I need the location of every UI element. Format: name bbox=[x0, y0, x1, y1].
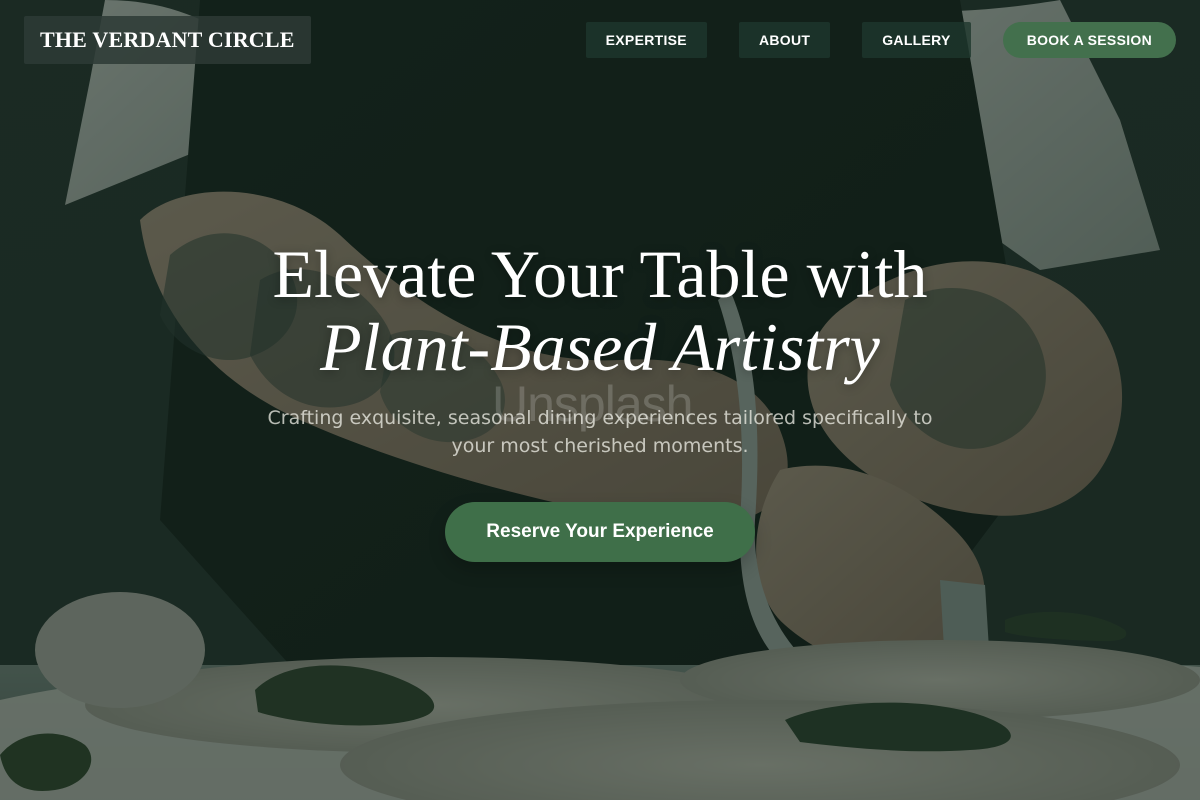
brand-logo[interactable]: THE VERDANT CIRCLE bbox=[24, 16, 311, 64]
nav-about-link[interactable]: ABOUT bbox=[738, 22, 831, 58]
nav-expertise-link[interactable]: EXPERTISE bbox=[585, 22, 707, 58]
hero-subtitle: Crafting exquisite, seasonal dining expe… bbox=[267, 407, 933, 457]
hero-title-line-2: Plant-Based Artistry bbox=[320, 309, 880, 386]
nav-links: EXPERTISE ABOUT GALLERY BOOK A SESSION bbox=[554, 22, 1176, 58]
hero-title-line-1: Elevate Your Table with bbox=[272, 236, 928, 312]
reserve-experience-button[interactable]: Reserve Your Experience bbox=[445, 502, 755, 562]
hero-section: Elevate Your Table with Plant-Based Arti… bbox=[0, 0, 1200, 800]
book-session-button[interactable]: BOOK A SESSION bbox=[1002, 22, 1176, 58]
nav-gallery-link[interactable]: GALLERY bbox=[862, 22, 971, 58]
landing-page: THE VERDANT CIRCLE EXPERTISE ABOUT GALLE… bbox=[0, 0, 1200, 800]
top-navigation: THE VERDANT CIRCLE EXPERTISE ABOUT GALLE… bbox=[24, 16, 1176, 64]
hero-title: Elevate Your Table with Plant-Based Arti… bbox=[0, 236, 1200, 386]
